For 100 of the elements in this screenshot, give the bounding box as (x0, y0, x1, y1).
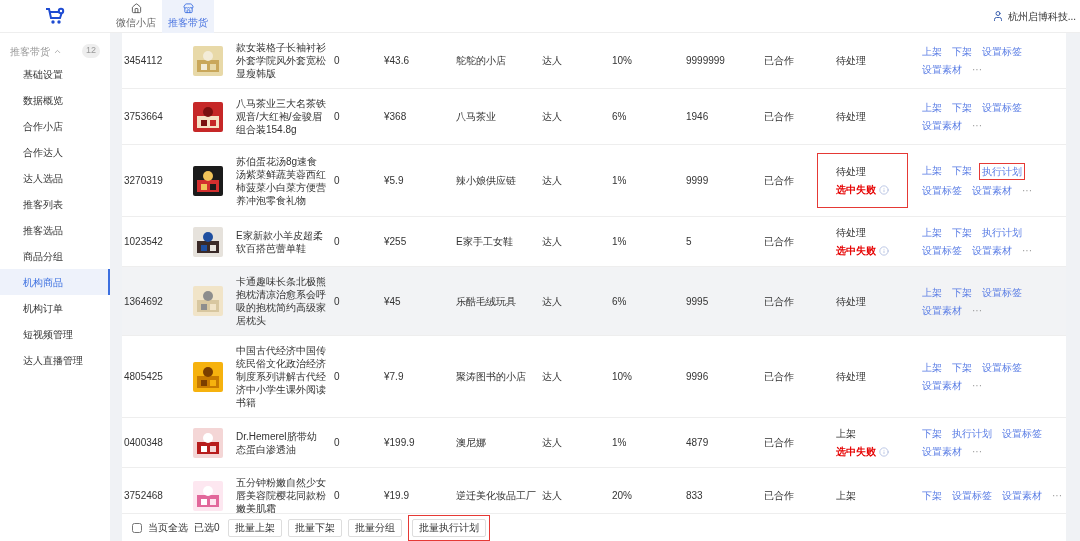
action-link[interactable]: 设置标签 (1002, 426, 1042, 441)
table-cell: 达人 (542, 371, 562, 382)
table-cell: 10% (612, 55, 632, 66)
product-name: 五分钟粉嫩自然少女唇美容院樱花同款粉嫩美肌霜 (236, 476, 326, 513)
action-link[interactable]: 下架 (952, 360, 972, 375)
table-cell: ¥7.9 (384, 371, 404, 382)
action-link[interactable]: 设置标签 (982, 100, 1022, 115)
action-link[interactable]: 设置素材 (922, 62, 962, 77)
more-button[interactable]: ··· (972, 62, 982, 77)
action-link[interactable]: 上架 (922, 360, 942, 375)
sidebar-item[interactable]: 达人直播管理 (0, 347, 110, 373)
action-link[interactable]: 上架 (922, 163, 942, 180)
sidebar-item[interactable]: 合作达人 (0, 139, 110, 165)
more-button[interactable]: ··· (1022, 243, 1032, 258)
table-cell: 已合作 (764, 295, 794, 307)
action-link[interactable]: 设置素材 (972, 183, 1012, 198)
user-avatar-icon (991, 10, 1004, 22)
table-cell: 1% (612, 437, 627, 448)
bulk-button[interactable]: 批量上架 (227, 518, 282, 537)
action-link[interactable]: 下架 (952, 225, 972, 240)
action-link[interactable]: 设置素材 (922, 444, 962, 459)
more-button[interactable]: ··· (1052, 488, 1062, 503)
table-cell: ¥43.6 (384, 55, 410, 66)
info-icon[interactable] (879, 245, 889, 256)
action-link[interactable]: 下架 (952, 163, 972, 180)
info-icon[interactable] (879, 446, 889, 457)
action-link[interactable]: 上架 (922, 100, 942, 115)
table-cell: 0400348 (124, 437, 163, 448)
table-cell: 乐酷毛绒玩具 (456, 295, 516, 307)
action-link[interactable]: 设置标签 (922, 243, 962, 258)
action-link[interactable]: 设置标签 (982, 284, 1022, 300)
status-text: 上架 (836, 489, 856, 503)
table-cell: 已合作 (764, 490, 794, 501)
sidebar-item[interactable]: 机构订单 (0, 295, 110, 321)
table-cell: 达人 (542, 295, 562, 307)
action-link[interactable]: 设置标签 (982, 360, 1022, 375)
sidebar-item[interactable]: 推客选品 (0, 217, 110, 243)
table-cell: 20% (612, 490, 632, 501)
table-cell: 已合作 (764, 55, 794, 66)
action-link[interactable]: 设置素材 (972, 243, 1012, 258)
select-all-checkbox[interactable] (132, 522, 142, 533)
sidebar-item[interactable]: 数据概览 (0, 87, 110, 113)
sidebar-item[interactable]: 合作小店 (0, 113, 110, 139)
table-cell: 0 (334, 175, 340, 186)
action-link[interactable]: 执行计划 (952, 426, 992, 441)
bulk-button[interactable]: 批量下架 (287, 518, 342, 537)
info-icon[interactable] (879, 184, 889, 195)
action-link[interactable]: 执行计划 (979, 163, 1025, 180)
more-button[interactable]: ··· (972, 378, 982, 393)
table-cell: 6% (612, 295, 627, 307)
selected-count: 已选0 (194, 521, 220, 535)
table-cell: 辣小娘供应链 (456, 175, 516, 186)
action-link[interactable]: 下架 (922, 488, 942, 503)
action-link[interactable]: 执行计划 (982, 225, 1022, 240)
action-link[interactable]: 设置素材 (922, 302, 962, 318)
action-link[interactable]: 设置标签 (922, 183, 962, 198)
table-cell: 八马茶业 (456, 111, 496, 122)
table-cell: 达人 (542, 236, 562, 247)
action-link[interactable]: 上架 (922, 225, 942, 240)
table-cell: 1946 (686, 111, 709, 122)
sidebar-item[interactable]: 商品分组 (0, 243, 110, 269)
product-name: 款女装格子长袖衬衫外套学院风外套宽松显瘦韩版 (236, 41, 326, 80)
more-button[interactable]: ··· (972, 302, 982, 318)
failure-text: 选中失败 (836, 244, 876, 258)
action-link[interactable]: 下架 (952, 44, 972, 59)
action-link[interactable]: 上架 (922, 284, 942, 300)
sidebar-group-title[interactable]: 推客带货 (10, 43, 50, 59)
action-link[interactable]: 设置素材 (1002, 488, 1042, 503)
action-link[interactable]: 下架 (952, 284, 972, 300)
table-cell: 0 (334, 111, 340, 122)
action-link[interactable]: 设置素材 (922, 118, 962, 133)
sidebar-item[interactable]: 机构商品 (0, 269, 110, 295)
nav-tab[interactable]: 推客带货 (162, 0, 214, 33)
table-cell: 3753664 (124, 111, 163, 122)
table-cell: 已合作 (764, 175, 794, 186)
action-link[interactable]: 设置标签 (952, 488, 992, 503)
bulk-button[interactable]: 批量分组 (347, 518, 402, 537)
action-link[interactable]: 设置素材 (922, 378, 962, 393)
sidebar-item[interactable]: 达人选品 (0, 165, 110, 191)
table-cell: 鸵鸵的小店 (456, 55, 506, 66)
action-link[interactable]: 下架 (952, 100, 972, 115)
nav-tab[interactable]: 微信小店 (110, 0, 162, 33)
action-link[interactable]: 下架 (922, 426, 942, 441)
user-name[interactable]: 杭州启博科技... (1007, 8, 1076, 24)
more-button[interactable]: ··· (972, 444, 982, 459)
table-cell: 9999 (686, 175, 709, 186)
action-link[interactable]: 上架 (922, 44, 942, 59)
more-button[interactable]: ··· (1022, 183, 1032, 198)
bulk-button[interactable]: 批量执行计划 (411, 518, 486, 537)
store-icon (182, 2, 194, 14)
select-all-label[interactable]: 当页全选 (148, 520, 188, 535)
sidebar-item[interactable]: 短视频管理 (0, 321, 110, 347)
action-link[interactable]: 设置标签 (982, 44, 1022, 59)
more-button[interactable]: ··· (972, 118, 982, 133)
table-cell: ¥5.9 (384, 175, 404, 186)
sidebar-item[interactable]: 推客列表 (0, 191, 110, 217)
table-cell: E家手工女鞋 (456, 236, 513, 247)
table-cell: 0 (334, 295, 340, 307)
sidebar-item[interactable]: 基础设置 (0, 61, 110, 87)
home-icon (130, 2, 142, 14)
